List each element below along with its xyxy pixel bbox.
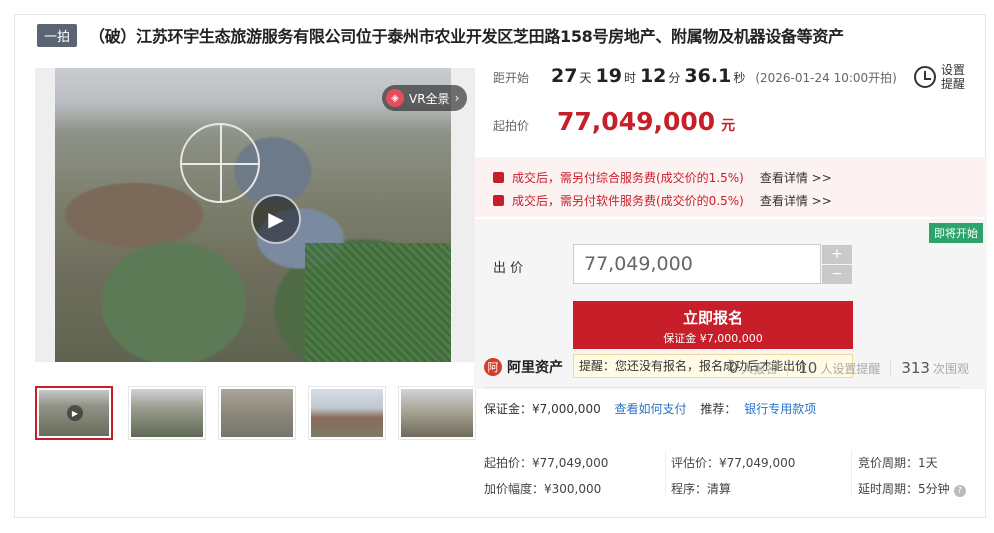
bid-stepper: + − xyxy=(822,245,852,285)
starting-price: 起拍价 77,049,000 元 xyxy=(493,107,735,136)
status-badge: 即将开始 xyxy=(929,223,983,243)
how-to-pay-link[interactable]: 查看如何支付 xyxy=(615,402,687,416)
countdown-seconds: 36.1 xyxy=(684,65,732,87)
fee-detail-link[interactable]: 查看详情 >> xyxy=(760,169,832,186)
countdown-hours: 19 xyxy=(595,65,622,87)
auction-panel: 一拍 （破）江苏环宇生态旅游服务有限公司位于泰州市农业开发区芝田路158号房地产… xyxy=(14,14,987,518)
countdown-minutes: 12 xyxy=(639,65,667,87)
page-title: （破）江苏环宇生态旅游服务有限公司位于泰州市农业开发区芝田路158号房地产、附属… xyxy=(89,27,844,46)
set-reminder-button[interactable]: 设置提醒 xyxy=(914,63,967,91)
info-appraisal: 评估价：¥77,049,000 xyxy=(671,456,796,470)
alibaba-assets-icon: 阿 xyxy=(484,358,502,376)
play-icon: ▶ xyxy=(67,405,83,421)
fee-line: 成交后，需另付软件服务费(成交价的0.5%) 查看详情 >> xyxy=(493,192,832,209)
alarm-clock-icon xyxy=(914,66,936,88)
fee-icon xyxy=(493,195,504,206)
decrease-button[interactable]: − xyxy=(822,265,852,284)
start-time: (2026-01-24 10:00开拍) xyxy=(755,71,897,85)
info-start-price: 起拍价：¥77,049,000 xyxy=(484,456,609,470)
main-media-viewer[interactable]: ▶ ◈ VR全景 › xyxy=(35,68,475,362)
deposit-note: 保证金 ¥7,000,000 xyxy=(663,332,763,345)
platform-brand: 阿 阿里资产 xyxy=(484,357,563,377)
increase-button[interactable]: + xyxy=(822,245,852,264)
reminder-label: 设置提醒 xyxy=(941,63,966,91)
vr-panorama-button[interactable]: ◈ VR全景 › xyxy=(382,85,468,111)
auction-round-badge: 一拍 xyxy=(37,23,78,47)
thumbnail-4[interactable] xyxy=(308,386,386,440)
thumbnail-3[interactable] xyxy=(218,386,296,440)
fee-notice: 成交后，需另付综合服务费(成交价的1.5%) 查看详情 >> 成交后，需另付软件… xyxy=(474,157,987,217)
green-net-area xyxy=(305,243,451,362)
countdown: 距开始 27 天 19 时 12 分 36.1 秒 (2026-01-24 10… xyxy=(493,65,897,87)
reminder-count: 10 xyxy=(798,359,818,377)
price-value: 77,049,000 xyxy=(557,107,716,136)
play-icon: ▶ xyxy=(268,207,284,231)
auction-stats: 0 人报名 10 人设置提醒 313 次围观 xyxy=(728,359,969,377)
register-label: 立即报名 xyxy=(682,309,743,327)
price-label: 起拍价 xyxy=(493,119,530,133)
ferris-wheel-shape xyxy=(180,123,260,203)
info-increment: 加价幅度：¥300,000 xyxy=(484,482,602,496)
fee-icon xyxy=(493,172,504,183)
video-play-button[interactable]: ▶ xyxy=(251,194,301,244)
view-count: 313 xyxy=(901,359,930,377)
deposit-row: 保证金：¥7,000,000 查看如何支付 推荐： 银行专用款项 xyxy=(484,402,817,416)
vr-icon: ◈ xyxy=(386,89,404,107)
fee-detail-link[interactable]: 查看详情 >> xyxy=(760,192,832,209)
bank-account-link[interactable]: 银行专用款项 xyxy=(744,402,816,416)
help-icon[interactable]: ? xyxy=(953,485,966,497)
chevron-right-icon: › xyxy=(454,91,460,105)
vr-label: VR全景 xyxy=(409,91,450,106)
countdown-label: 距开始 xyxy=(493,71,530,85)
divider xyxy=(484,387,960,388)
thumbnail-1[interactable]: ▶ xyxy=(35,386,113,440)
info-extension: 延时周期：5分钟? xyxy=(858,480,966,497)
bid-amount-input[interactable]: 77,049,000 xyxy=(573,244,821,284)
thumbnail-2[interactable] xyxy=(128,386,206,440)
info-cycle: 竞价周期：1天 xyxy=(858,456,938,470)
bid-label: 出 价 xyxy=(493,261,524,276)
thumbnail-5[interactable] xyxy=(398,386,476,440)
fee-line: 成交后，需另付综合服务费(成交价的1.5%) 查看详情 >> xyxy=(493,169,832,186)
deposit-amount: 保证金：¥7,000,000 xyxy=(484,402,601,416)
platform-name: 阿里资产 xyxy=(507,360,563,376)
info-procedure: 程序：清算 xyxy=(671,482,732,496)
price-unit: 元 xyxy=(721,118,736,134)
countdown-days: 27 xyxy=(551,65,578,87)
title-row: 一拍 （破）江苏环宇生态旅游服务有限公司位于泰州市农业开发区芝田路158号房地产… xyxy=(37,23,844,47)
register-button[interactable]: 立即报名 保证金 ¥7,000,000 xyxy=(573,301,853,349)
signup-count: 0 xyxy=(728,359,739,377)
